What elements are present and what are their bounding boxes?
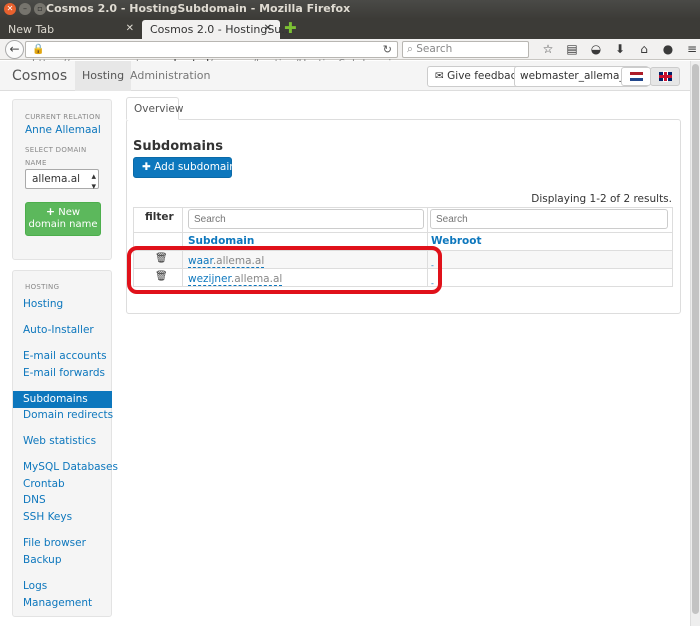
language-nl-button[interactable] (621, 67, 651, 86)
reading-list-icon[interactable]: ▤ (560, 41, 584, 57)
nav-administration[interactable]: Administration (130, 69, 211, 82)
sidebar-item-auto-installer[interactable]: Auto-Installer (23, 324, 94, 336)
hosting-section-label: HOSTING (25, 283, 60, 291)
menu-icon[interactable]: ≡ (680, 41, 700, 57)
envelope-icon: ✉ (435, 70, 444, 82)
sidebar-item-mysql-databases[interactable]: MySQL Databases (23, 461, 118, 473)
window-titlebar: ✕ – ▫ Cosmos 2.0 - HostingSubdomain - Mo… (0, 0, 700, 19)
sidebar-item-subdomains[interactable]: Subdomains (13, 391, 112, 408)
window-title: Cosmos 2.0 - HostingSubdomain - Mozilla … (46, 2, 351, 15)
browser-tab-active[interactable]: Cosmos 2.0 - HostingSu... ✕ (142, 20, 292, 39)
window-controls: ✕ – ▫ (4, 3, 46, 15)
new-tab-icon[interactable]: ✚ (284, 20, 297, 37)
sidebar-item-web-statistics[interactable]: Web statistics (23, 435, 96, 447)
new-domain-button[interactable]: + New domain name (25, 202, 101, 236)
hosting-menu-panel: HOSTING Hosting Auto-Installer E-mail ac… (12, 270, 118, 617)
maximize-window-icon[interactable]: ▫ (34, 3, 46, 15)
download-icon[interactable]: ⬇ (608, 41, 632, 57)
flag-uk-icon (659, 72, 672, 81)
new-domain-label-1: New (58, 207, 81, 218)
relation-name-link[interactable]: Anne Allemaal (25, 124, 101, 136)
webroot-filter-input[interactable] (430, 209, 668, 229)
sidebar-item-crontab[interactable]: Crontab (23, 478, 65, 490)
pocket-icon[interactable]: ◒ (584, 41, 608, 57)
browser-tab-newtab[interactable]: New Tab ✕ (0, 20, 142, 39)
select-arrow-icon: ▴ ▾ (91, 172, 96, 192)
close-tab-icon[interactable]: ✕ (126, 23, 134, 34)
chat-icon[interactable]: ● (656, 41, 680, 57)
sidebar-item-hosting[interactable]: Hosting (23, 298, 63, 310)
browser-search-input[interactable]: ⌕ Search (402, 41, 529, 58)
sidebar-item-email-accounts[interactable]: E-mail accounts (23, 350, 107, 362)
current-relation-label: CURRENT RELATION (25, 113, 101, 121)
close-tab-icon[interactable]: ✕ (264, 23, 272, 34)
add-subdomain-button[interactable]: ✚ Add subdomain... (133, 157, 246, 178)
user-label: webmaster_allema_al (520, 70, 634, 82)
plus-icon: ✚ (142, 161, 151, 173)
toolbar-icons: ☆ ▤ ◒ ⬇ ⌂ ● ≡ (536, 41, 700, 57)
brand-logo[interactable]: Cosmos (12, 68, 67, 84)
back-arrow-icon[interactable]: ← (5, 40, 24, 59)
plus-icon: + (45, 205, 56, 218)
bookmark-star-icon[interactable]: ☆ (536, 41, 560, 57)
sidebar-item-logs[interactable]: Logs (23, 580, 47, 592)
tab-overview[interactable]: Overview (126, 97, 183, 120)
app-header: Cosmos Hosting Administration ✉ Give fee… (0, 61, 690, 91)
flag-nl-icon (630, 72, 643, 81)
selected-domain: allema.al (32, 173, 81, 185)
relation-panel: CURRENT RELATION Anne Allemaal SELECT DO… (12, 99, 112, 260)
sidebar-item-domain-redirects[interactable]: Domain redirects (23, 409, 113, 421)
sidebar-item-file-browser[interactable]: File browser (23, 537, 86, 549)
home-icon[interactable]: ⌂ (632, 41, 656, 57)
page-scrollbar[interactable] (690, 61, 700, 626)
highlight-annotation (127, 246, 442, 294)
minimize-window-icon[interactable]: – (19, 3, 31, 15)
sidebar-item-ssh-keys[interactable]: SSH Keys (23, 511, 72, 523)
search-icon: ⌕ (407, 43, 413, 55)
nav-hosting[interactable]: Hosting (75, 61, 132, 91)
navigation-bar: ← 🔒https://management.greenhost.nl/cosmo… (0, 39, 700, 70)
domain-select[interactable]: allema.al ▴ ▾ (25, 169, 99, 192)
search-placeholder: Search (416, 43, 453, 55)
tab-strip: New Tab ✕ Cosmos 2.0 - HostingSu... ✕ ✚ (0, 19, 700, 39)
sidebar-item-backup[interactable]: Backup (23, 554, 62, 566)
column-header-webroot[interactable]: Webroot (431, 235, 481, 247)
sidebar-item-dns[interactable]: DNS (23, 494, 46, 506)
add-subdomain-label: Add subdomain... (154, 161, 246, 173)
filter-label: filter (145, 211, 174, 223)
page-title: Subdomains (133, 139, 223, 154)
reload-icon[interactable]: ↻ (383, 42, 392, 57)
scrollbar-thumb[interactable] (692, 64, 699, 614)
language-en-button[interactable] (650, 67, 680, 86)
lock-icon: 🔒 (32, 44, 45, 55)
close-window-icon[interactable]: ✕ (4, 3, 16, 15)
url-bar[interactable]: 🔒https://management.greenhost.nl/cosmos/… (25, 41, 398, 70)
sidebar-item-email-forwards[interactable]: E-mail forwards (23, 367, 105, 379)
subdomain-filter-input[interactable] (188, 209, 424, 229)
tab-label: New Tab (8, 23, 55, 36)
name-label: NAME (25, 159, 47, 167)
sidebar-item-management[interactable]: Management (23, 597, 92, 609)
table-divider (133, 232, 673, 233)
new-domain-label-2: domain name (28, 219, 98, 230)
select-domain-label: SELECT DOMAIN (25, 146, 87, 154)
results-summary: Displaying 1-2 of 2 results. (531, 193, 672, 205)
